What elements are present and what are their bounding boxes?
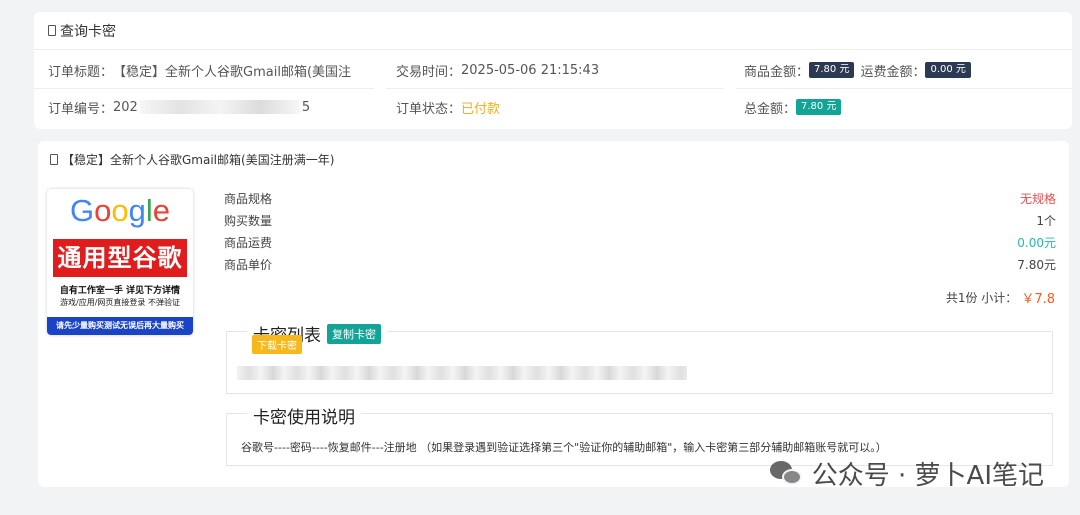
total-label: 总金额：: [744, 101, 797, 117]
order-status-label: 订单状态：: [396, 101, 462, 117]
shipping-label: 商品运费: [224, 235, 273, 250]
subtotal-price: ￥7.8: [1021, 292, 1055, 307]
wechat-icon: [769, 460, 804, 487]
quantity-row: 购买数量 1个: [224, 209, 1056, 231]
trade-time-field: 交易时间： 2025-05-06 21:15:43: [396, 52, 599, 88]
shipping-row: 商品运费 0.00元: [224, 231, 1056, 253]
total-field: 总金额： 7.80 元: [744, 89, 842, 125]
quantity-value: 1个: [1036, 213, 1056, 228]
google-logo-letter: G: [69, 193, 95, 228]
download-card-button[interactable]: 下载卡密: [252, 335, 302, 354]
product-image-line1: 自有工作室一手 详见下方详情: [59, 286, 181, 296]
redacted-order-no: [139, 100, 300, 114]
order-status-value: 已付款: [461, 101, 501, 117]
google-logo-letter: o: [111, 193, 129, 228]
goods-amount-badge: 7.80 元: [809, 62, 855, 78]
product-image-footer: 请先少量购买测试无误后再大量购买: [47, 317, 193, 335]
total-badge: 7.80 元: [796, 99, 842, 115]
unit-price-row: 商品单价 7.80元: [224, 253, 1056, 275]
redacted-card-code: [237, 366, 687, 380]
shipping-amount-label: 运费金额：: [860, 64, 926, 80]
product-image-banner: 通用型谷歌: [53, 239, 187, 277]
goods-amount-label: 商品金额：: [744, 64, 810, 80]
order-info-card: 查询卡密 订单标题： 【稳定】全新个人谷歌Gmail邮箱(美国注 交易时间： 2…: [34, 12, 1072, 129]
order-card-title: 查询卡密: [60, 23, 116, 40]
product-image-line2: 游戏/应用/网页直接登录 不弹验证: [60, 298, 180, 307]
product-title: 【稳定】全新个人谷歌Gmail邮箱(美国注册满一年): [62, 153, 335, 167]
google-logo-letter: g: [128, 193, 146, 228]
spec-label: 商品规格: [224, 191, 273, 206]
product-header: 【稳定】全新个人谷歌Gmail邮箱(美国注册满一年): [50, 151, 334, 168]
usage-text: 谷歌号----密码----恢复邮件---注册地 （如果登录遇到验证选择第三个"验…: [241, 441, 887, 454]
usage-legend: 卡密使用说明: [247, 403, 361, 428]
shipping-value: 0.00元: [1017, 235, 1056, 250]
product-image: Google 通用型谷歌 自有工作室一手 详见下方详情 游戏/应用/网页直接登录…: [47, 189, 193, 335]
order-no-suffix: 5: [301, 99, 311, 115]
copy-card-button[interactable]: 复制卡密: [327, 323, 381, 344]
order-title-value: 【稳定】全新个人谷歌Gmail邮箱(美国注: [113, 64, 352, 80]
unit-price-label: 商品单价: [224, 257, 273, 272]
spec-row: 商品规格 无规格: [224, 187, 1056, 209]
shipping-amount-badge: 0.00 元: [925, 62, 971, 78]
order-no-label: 订单编号：: [48, 101, 114, 117]
document-icon: [48, 25, 56, 36]
order-title-label: 订单标题：: [48, 64, 114, 80]
order-no-prefix: 202: [113, 99, 138, 115]
spec-value: 无规格: [1019, 191, 1056, 206]
google-logo: Google: [47, 193, 193, 229]
trade-time-value: 2025-05-06 21:15:43: [461, 62, 600, 78]
order-card-header: 查询卡密: [34, 12, 1072, 50]
card-list-section: 卡密列表 复制卡密 下载卡密: [226, 321, 1053, 394]
usage-title: 卡密使用说明: [253, 408, 355, 428]
google-logo-letter: o: [94, 193, 112, 228]
order-no-field: 订单编号： 202 5: [48, 89, 310, 125]
google-logo-letter: l: [145, 193, 153, 228]
product-card: 【稳定】全新个人谷歌Gmail邮箱(美国注册满一年) Google 通用型谷歌 …: [38, 141, 1069, 487]
trade-time-label: 交易时间：: [396, 64, 462, 80]
unit-price-value: 7.80元: [1017, 257, 1056, 272]
quantity-label: 购买数量: [224, 213, 273, 228]
subtotal-label: 共1份 小计：: [945, 291, 1018, 305]
document-icon: [50, 154, 58, 165]
order-status-field: 订单状态： 已付款: [396, 89, 500, 125]
subtotal: 共1份 小计： ￥7.8: [946, 288, 1055, 307]
google-logo-letter: e: [152, 193, 170, 228]
order-title-field: 订单标题： 【稳定】全新个人谷歌Gmail邮箱(美国注: [48, 52, 351, 88]
amount-field: 商品金额： 7.80 元 运费金额： 0.00 元: [744, 52, 971, 88]
watermark: 公众号 · 萝卜AI笔记: [769, 455, 1044, 492]
watermark-text: 公众号 · 萝卜AI笔记: [811, 461, 1044, 491]
